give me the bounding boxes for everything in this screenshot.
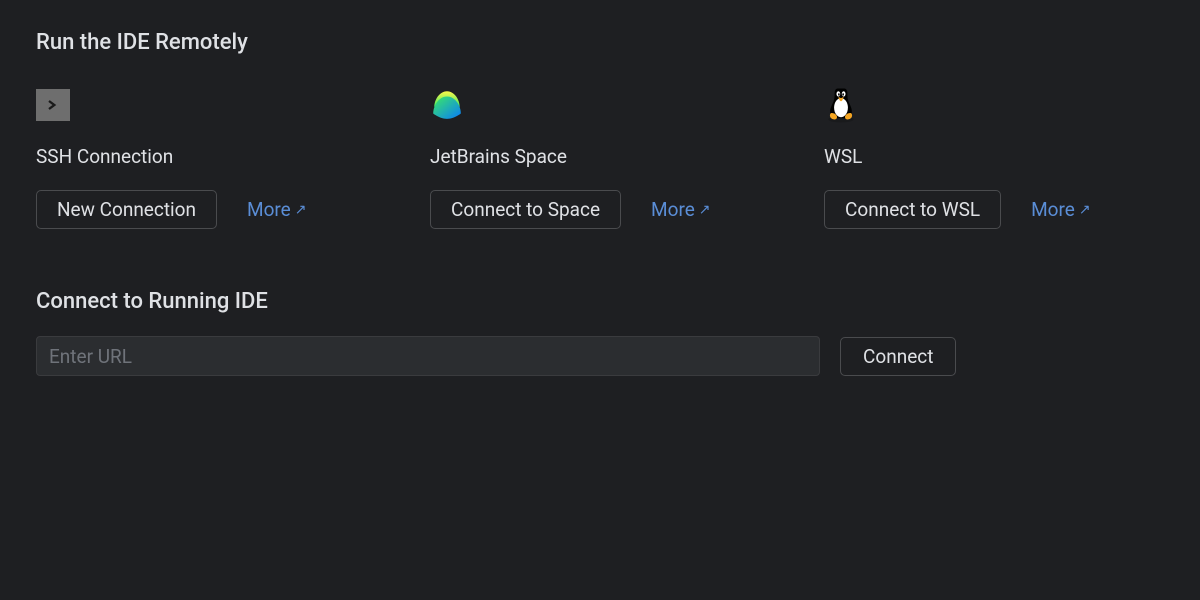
run-remotely-title: Run the IDE Remotely [36,30,1164,55]
wsl-title: WSL [824,145,1200,168]
more-label: More [1031,198,1075,221]
ssh-title: SSH Connection [36,145,430,168]
ssh-actions: New Connection More ↗ [36,190,430,229]
space-icon [430,85,824,125]
wsl-more-link[interactable]: More ↗ [1031,198,1091,221]
wsl-actions: Connect to WSL More ↗ [824,190,1200,229]
space-more-link[interactable]: More ↗ [651,198,711,221]
provider-ssh: SSH Connection New Connection More ↗ [36,85,430,229]
connect-wsl-button[interactable]: Connect to WSL [824,190,1001,229]
space-title: JetBrains Space [430,145,824,168]
connect-url-row: Connect [36,336,1164,376]
more-label: More [651,198,695,221]
linux-icon [824,85,1200,125]
provider-wsl: WSL Connect to WSL More ↗ [824,85,1200,229]
ssh-icon-wrap [36,85,430,125]
external-link-icon: ↗ [295,202,307,218]
ssh-more-link[interactable]: More ↗ [247,198,307,221]
connect-running-title: Connect to Running IDE [36,289,1164,314]
url-input[interactable] [36,336,820,376]
remote-development-panel: Run the IDE Remotely SSH Connection New … [0,0,1200,406]
provider-space: JetBrains Space Connect to Space More ↗ [430,85,824,229]
terminal-icon [36,89,70,121]
external-link-icon: ↗ [1079,202,1091,218]
external-link-icon: ↗ [699,202,711,218]
space-actions: Connect to Space More ↗ [430,190,824,229]
connect-button[interactable]: Connect [840,337,956,376]
new-connection-button[interactable]: New Connection [36,190,217,229]
more-label: More [247,198,291,221]
connect-space-button[interactable]: Connect to Space [430,190,621,229]
providers-row: SSH Connection New Connection More ↗ [36,85,1164,229]
